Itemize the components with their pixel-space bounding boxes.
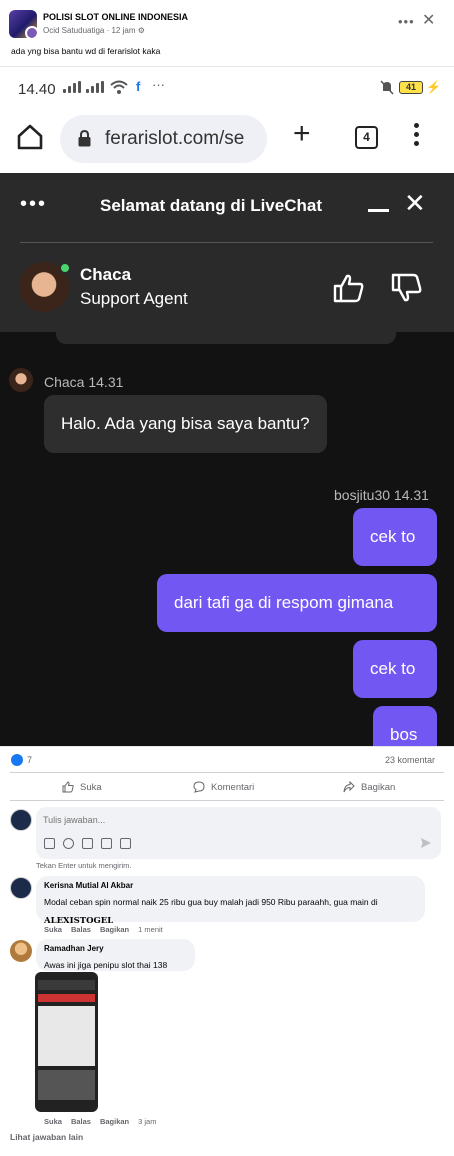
like-label: Suka: [80, 781, 102, 793]
agent-role: Support Agent: [80, 289, 188, 308]
post-time[interactable]: 12 jam: [111, 26, 135, 35]
user-message: bos: [373, 706, 437, 746]
comment-bubble: Kerisna Mutial Al Akbar Modal ceban spin…: [36, 876, 425, 926]
more-replies-link[interactable]: Lihat jawaban lain: [10, 1132, 83, 1142]
livechat-menu-icon[interactable]: •••: [20, 194, 47, 214]
thumbs-down-icon[interactable]: [391, 273, 423, 303]
comment-avatar[interactable]: [10, 940, 32, 962]
livechat-close-icon[interactable]: ✕: [404, 190, 426, 216]
share-icon: [343, 781, 355, 793]
comment-author[interactable]: Kerisna Mutial Al Akbar: [44, 881, 417, 890]
comment-reply-button[interactable]: Balas: [71, 1117, 91, 1126]
comment-bubble: Ramadhan Jery Awas ini jiga penipu slot …: [36, 939, 195, 971]
comment-share-button[interactable]: Bagikan: [100, 1117, 129, 1126]
user-message: cek to: [353, 640, 437, 698]
gear-icon: ⚙: [137, 26, 145, 35]
signal-icon: [86, 81, 104, 93]
post-image[interactable]: 14.40 f ··· 41 ⚡ ferarislot.com/se + 4 •…: [0, 67, 454, 746]
agent-name: Chaca: [80, 265, 132, 284]
status-time: 14.40: [18, 81, 56, 98]
url-bar[interactable]: ferarislot.com/se: [60, 115, 267, 163]
comment-label: Komentari: [211, 781, 255, 793]
minimize-icon[interactable]: [368, 209, 389, 212]
comment-icon: [193, 781, 205, 793]
browser-toolbar: ferarislot.com/se + 4: [0, 107, 454, 173]
emoji-icon[interactable]: [63, 838, 74, 849]
comment-text: Modal ceban spin normal naik 25 ribu gua…: [44, 897, 378, 907]
post-author[interactable]: Ocid Satuduatiga: [43, 26, 104, 35]
comment-text: Awas ini jiga penipu slot thai 138: [44, 960, 168, 970]
comment-actions: Suka Balas Bagikan 1 menit: [44, 925, 163, 934]
home-icon[interactable]: [16, 123, 44, 151]
my-avatar[interactable]: [10, 809, 32, 831]
reply-input[interactable]: [43, 815, 423, 825]
comment-button[interactable]: Komentari: [193, 781, 254, 793]
thumbs-up-icon[interactable]: [333, 273, 365, 303]
online-status-icon: [59, 262, 71, 274]
sticker-icon[interactable]: [120, 838, 131, 849]
post-text: ada yng bisa bantu wd di ferarislot kaka: [11, 46, 161, 56]
previous-message: [56, 332, 396, 344]
like-reaction-icon[interactable]: [11, 754, 23, 766]
message-meta: bosjitu30 14.31: [334, 487, 429, 503]
post-meta: Ocid Satuduatiga · 12 jam ⚙: [43, 26, 145, 35]
like-count[interactable]: 7: [27, 755, 32, 765]
comment-time[interactable]: 3 jam: [138, 1117, 156, 1126]
comment-reply-button[interactable]: Balas: [71, 925, 91, 934]
avatar-sticker-icon[interactable]: [44, 838, 55, 849]
message-avatar: [9, 368, 33, 392]
close-icon[interactable]: ✕: [422, 10, 435, 30]
user-message: dari tafi ga di respom gimana: [157, 574, 437, 632]
group-name[interactable]: POLISI SLOT ONLINE INDONESIA: [43, 12, 188, 22]
livechat-header: ••• Selamat datang di LiveChat ✕ Chaca S…: [0, 173, 454, 332]
battery-icon: 41: [399, 81, 423, 94]
gif-icon[interactable]: [101, 838, 112, 849]
signal-icon: [63, 81, 81, 93]
facebook-icon: f: [136, 79, 141, 94]
share-label: Bagikan: [361, 781, 396, 793]
tab-count-button[interactable]: 4: [355, 126, 378, 149]
divider: [10, 800, 444, 801]
status-more-icon: ···: [152, 77, 165, 92]
charging-icon: ⚡: [426, 80, 441, 94]
user-message: cek to: [353, 508, 437, 566]
share-button[interactable]: Bagikan: [343, 781, 395, 793]
like-button[interactable]: Suka: [62, 781, 102, 793]
comment-share-button[interactable]: Bagikan: [100, 925, 129, 934]
comment-avatar[interactable]: [10, 877, 32, 899]
like-icon: [62, 781, 74, 793]
comment-time[interactable]: 1 menit: [138, 925, 163, 934]
more-options-icon[interactable]: •••: [398, 14, 415, 29]
mute-icon: [380, 80, 394, 95]
divider: [20, 242, 433, 243]
url-text[interactable]: ferarislot.com/se: [105, 128, 260, 150]
browser-menu-icon[interactable]: [412, 123, 420, 151]
message-meta: Chaca 14.31: [44, 374, 124, 390]
send-icon[interactable]: [420, 837, 432, 849]
comment-count[interactable]: 23 komentar: [385, 755, 435, 765]
comment-like-button[interactable]: Suka: [44, 1117, 62, 1126]
wifi-icon: [110, 80, 128, 94]
phone-status-bar: 14.40 f ··· 41 ⚡: [0, 67, 454, 107]
comment-like-button[interactable]: Suka: [44, 925, 62, 934]
comment-image[interactable]: [35, 972, 98, 1112]
livechat-title: Selamat datang di LiveChat: [100, 196, 322, 215]
group-avatar[interactable]: [9, 10, 37, 38]
divider: [10, 772, 444, 773]
divider: [0, 746, 454, 747]
new-tab-icon[interactable]: +: [293, 119, 311, 149]
agent-message: Halo. Ada yang bisa saya bantu?: [44, 395, 327, 453]
reply-composer[interactable]: [36, 807, 441, 859]
comment-author[interactable]: Ramadhan Jery: [44, 944, 187, 953]
composer-hint: Tekan Enter untuk mengirim.: [36, 861, 132, 870]
camera-icon[interactable]: [82, 838, 93, 849]
post-header: POLISI SLOT ONLINE INDONESIA Ocid Satudu…: [0, 0, 454, 66]
comment-actions: Suka Balas Bagikan 3 jam: [44, 1117, 156, 1126]
lock-icon: [78, 130, 91, 147]
